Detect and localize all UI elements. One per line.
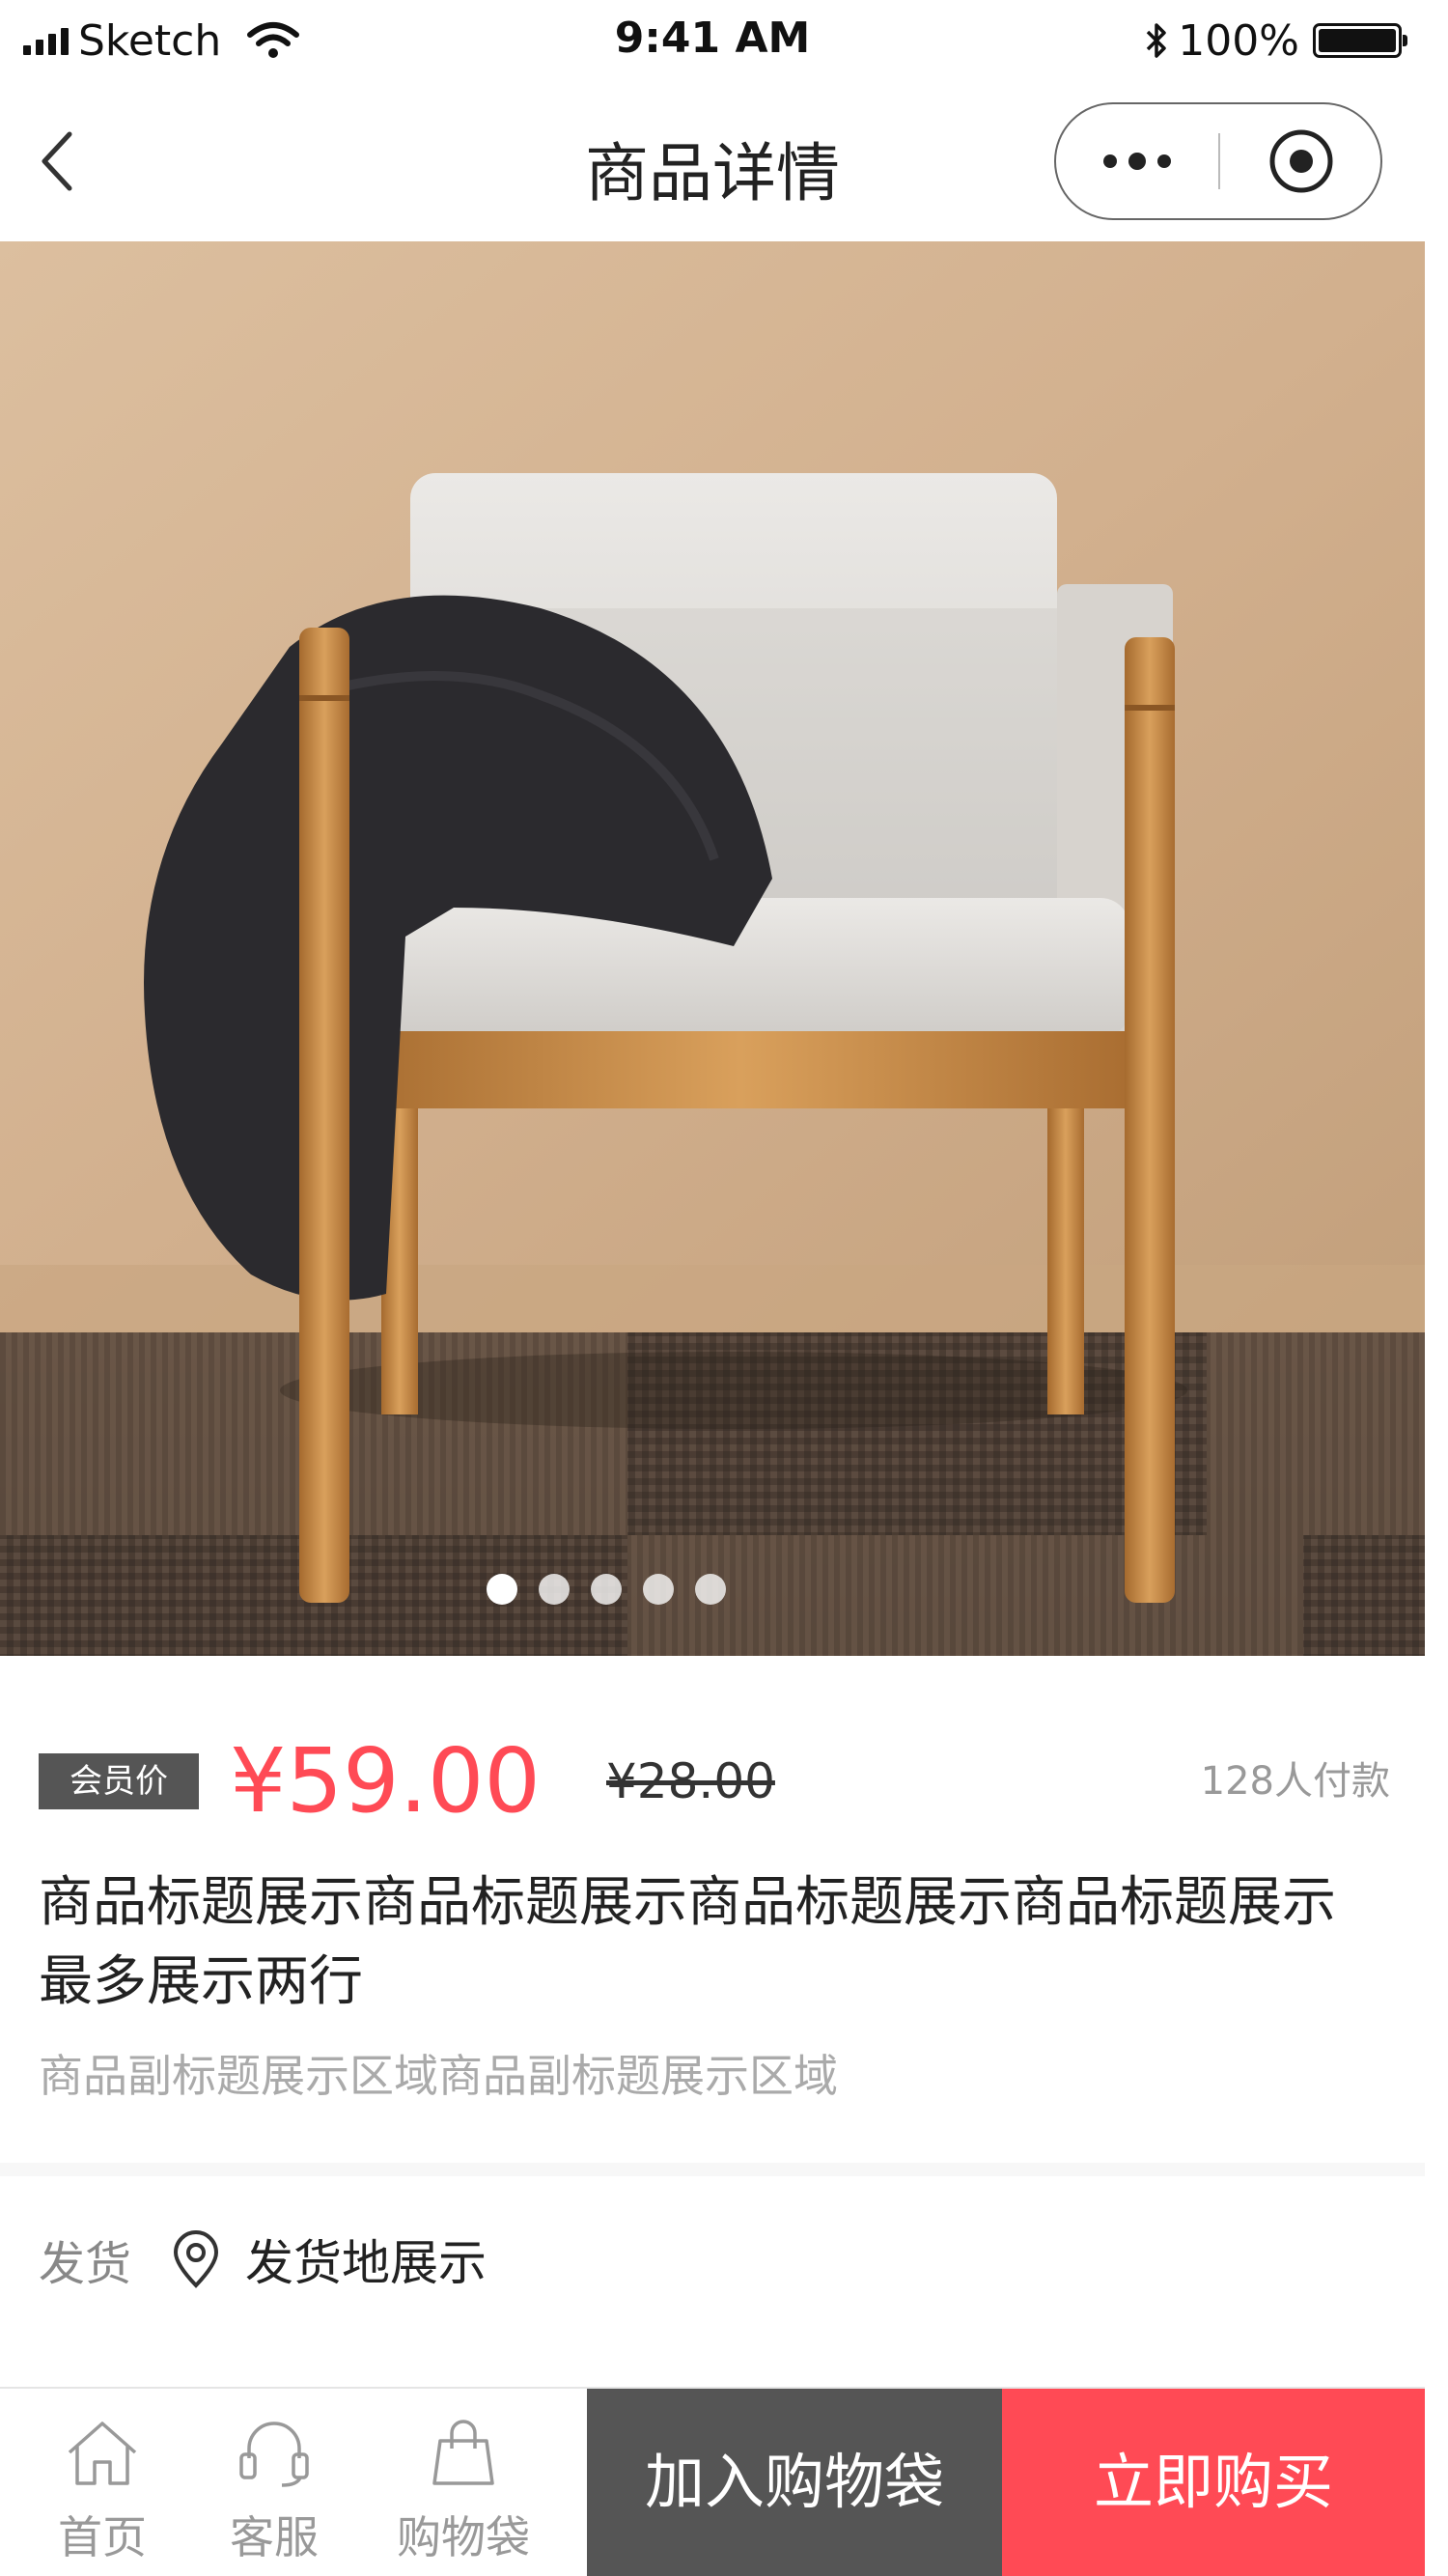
mini-program-capsule (1054, 102, 1382, 220)
tab-customer-service[interactable]: 客服 (226, 2389, 322, 2576)
shipping-label: 发货 (39, 2237, 132, 2291)
status-bar: Sketch 9:41 AM 100% (0, 0, 1425, 79)
battery-icon (1313, 23, 1407, 58)
gallery-dot[interactable] (643, 1574, 674, 1605)
more-button[interactable] (1056, 104, 1218, 218)
section-divider (0, 2163, 1425, 2176)
original-price: ¥28.00 (606, 1753, 775, 1809)
location-pin-icon (173, 2230, 219, 2288)
tab-shopping-bag[interactable]: 购物袋 (386, 2389, 541, 2576)
shopping-bag-icon (432, 2420, 494, 2485)
status-right: 100% (1143, 14, 1407, 68)
member-price-badge: 会员价 (39, 1753, 199, 1809)
nav-bar: 商品详情 (0, 79, 1425, 241)
home-icon (68, 2422, 137, 2485)
product-title: 商品标题展示商品标题展示商品标题展示商品标题展示最多展示两行 (39, 1871, 1336, 2013)
product-photo (0, 241, 1425, 1656)
gallery-pagination (0, 1574, 1319, 1605)
tab-service-label: 客服 (230, 2511, 319, 2563)
current-price: ¥59.00 (230, 1729, 541, 1833)
product-image-gallery[interactable] (0, 241, 1425, 1656)
shipping-row: 发货 发货地展示 (39, 2211, 1390, 2308)
product-subtitle: 商品副标题展示区域商品副标题展示区域 (39, 2050, 838, 2102)
tab-home[interactable]: 首页 (54, 2389, 151, 2576)
gallery-dot[interactable] (539, 1574, 570, 1605)
tab-home-label: 首页 (58, 2511, 147, 2563)
gallery-dot[interactable] (487, 1574, 517, 1605)
close-mini-program-button[interactable] (1220, 104, 1382, 218)
price-row: 会员价 ¥59.00 ¥28.00 128人付款 (39, 1728, 1390, 1834)
bottom-action-bar: 首页 客服 购物袋 加入购物袋 立即购买 (0, 2387, 1425, 2576)
payment-count: 128人付款 (1200, 1759, 1390, 1804)
gallery-dot[interactable] (591, 1574, 622, 1605)
shipping-location: 发货地展示 (245, 2235, 487, 2291)
buy-now-button[interactable]: 立即购买 (1002, 2389, 1425, 2576)
more-dots-icon (1098, 153, 1177, 170)
add-to-cart-button[interactable]: 加入购物袋 (587, 2389, 1002, 2576)
gallery-dot[interactable] (695, 1574, 726, 1605)
target-close-icon (1269, 129, 1333, 193)
bluetooth-icon (1146, 23, 1166, 58)
battery-level (1319, 29, 1396, 52)
app-screen: Sketch 9:41 AM 100% 商品详情 会员价 ¥59.00 ¥28.… (0, 0, 1425, 2576)
headset-icon (239, 2422, 309, 2487)
tab-bag-label: 购物袋 (397, 2511, 530, 2563)
battery-percentage: 100% (1178, 15, 1299, 66)
